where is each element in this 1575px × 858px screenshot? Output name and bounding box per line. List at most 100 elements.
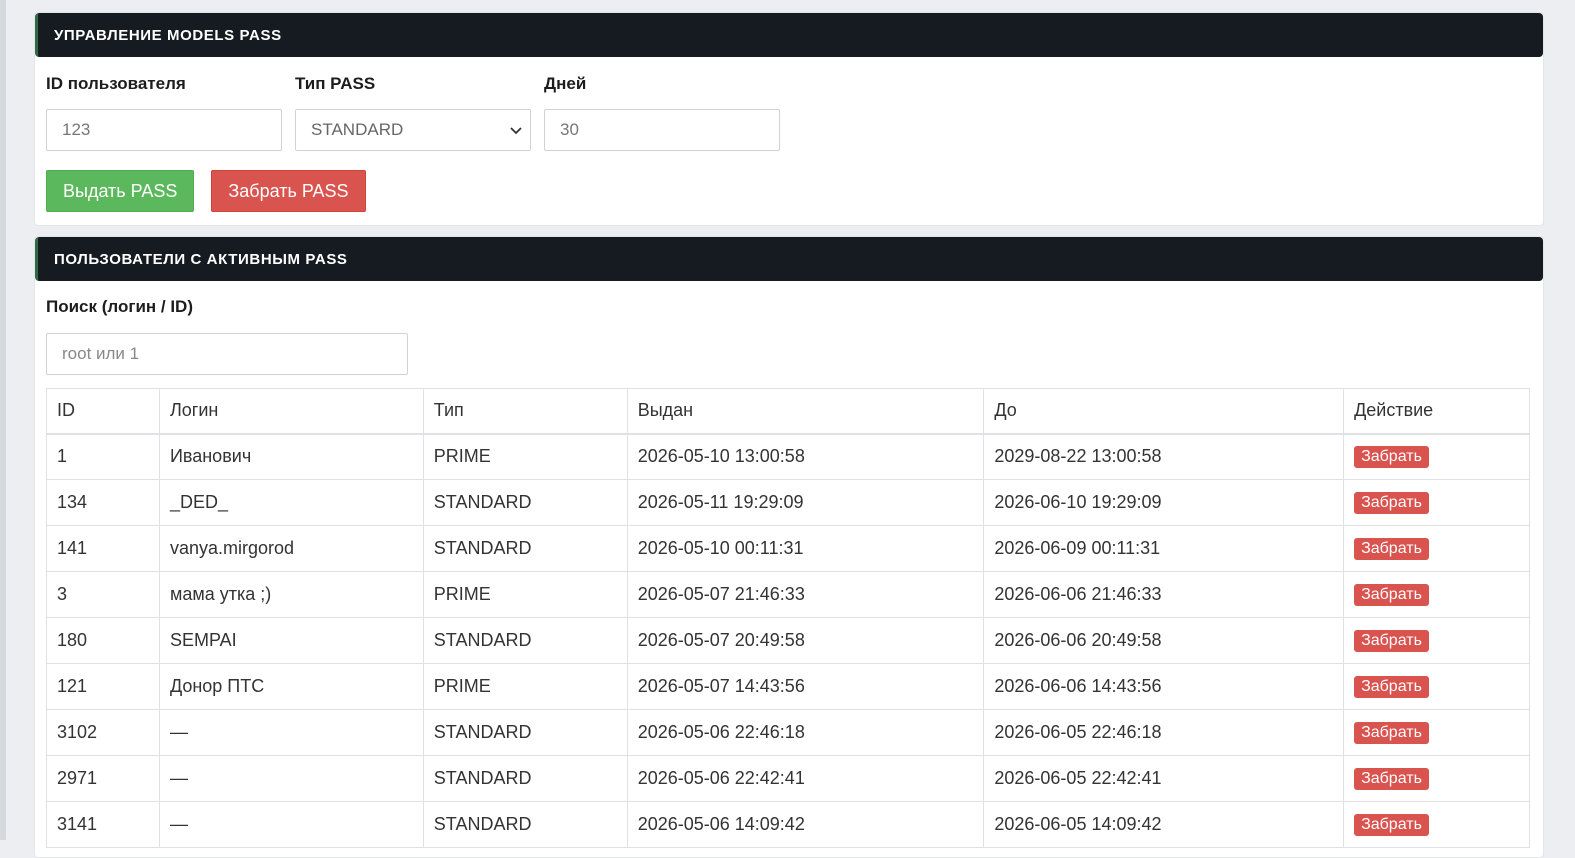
table-row: 3 мама утка ;) PRIME 2026-05-07 21:46:33 202…	[46, 571, 1530, 618]
column-header-type[interactable]: Тип	[422, 388, 628, 435]
cell-login: Донор ПТС	[158, 663, 424, 710]
cell-action: Забрать	[1343, 525, 1530, 572]
cell-type: PRIME	[422, 433, 628, 480]
cell-login: мама утка ;)	[158, 571, 424, 618]
column-header-action: Действие	[1343, 388, 1530, 435]
cell-login: —	[158, 801, 424, 848]
table-row: 3102— STANDARD 2026-05-06 22:46:18 2026-06-…	[46, 709, 1530, 756]
cell-until: 2026-06-06 20:49:58	[983, 617, 1345, 664]
take-pass-button[interactable]: Забрать	[1354, 446, 1429, 469]
take-pass-button[interactable]: Забрать	[1354, 676, 1429, 698]
manage-pass-panel: УПРАВЛЕНИЕ MODELS PASS ID пользователя 1…	[34, 12, 1544, 226]
table-row: 1 Иванович PRIME 2026-05-10 13:00:58 2029-08…	[46, 433, 1530, 480]
take-pass-button[interactable]: Забрать	[1354, 584, 1429, 606]
take-pass-button[interactable]: Забрать	[1354, 814, 1429, 836]
cell-issued: 2026-05-10 00:11:31	[626, 525, 985, 572]
cell-type: PRIME	[422, 571, 628, 618]
table-row: 3141— STANDARD 2026-05-06 14:09:42 2026-06-…	[46, 801, 1530, 848]
action-buttons: Выдать PASS Забрать PASS	[46, 170, 383, 212]
table-row: 121 Донор ПТС PRIME 2026-05-07 14:43:56 2026…	[46, 663, 1530, 710]
column-header-id[interactable]: ID	[46, 388, 160, 435]
cell-issued: 2026-05-07 21:46:33	[626, 571, 985, 618]
pass-type-select[interactable]: STANDARD	[295, 109, 531, 151]
take-pass-button[interactable]: Забрать	[1354, 768, 1429, 790]
cell-type: STANDARD	[422, 617, 628, 664]
table-row: 2971— STANDARD 2026-05-06 22:42:41 2026-06-…	[46, 755, 1530, 802]
left-rail	[0, 0, 6, 840]
cell-action: Забрать	[1343, 755, 1530, 802]
days-field-group: Дней 30	[544, 71, 780, 151]
search-label: Поиск (логин / ID)	[46, 297, 193, 316]
pass-type-field-group: Тип PASS STANDARD	[295, 71, 531, 151]
cell-id: 3141	[46, 801, 160, 848]
cell-type: STANDARD	[422, 755, 628, 802]
cell-login: SEMPAI	[158, 617, 424, 664]
revoke-pass-button[interactable]: Забрать PASS	[211, 170, 366, 212]
pass-type-label: Тип PASS	[295, 74, 376, 93]
table-row: 134 _DED_ STANDARD 2026-05-11 19:29:09 2026-…	[46, 479, 1530, 526]
cell-until: 2026-06-05 22:46:18	[983, 709, 1345, 756]
column-header-issued[interactable]: Выдан	[626, 388, 985, 435]
cell-until: 2026-06-10 19:29:09	[983, 479, 1345, 526]
cell-type: STANDARD	[422, 801, 628, 848]
table-header-row: ID Логин Тип Выдан До Действие	[46, 388, 1530, 435]
cell-action: Забрать	[1343, 571, 1530, 618]
cell-issued: 2026-05-07 14:43:56	[626, 663, 985, 710]
pass-type-selected-value: STANDARD	[311, 120, 404, 139]
active-pass-panel: ПОЛЬЗОВАТЕЛИ С АКТИВНЫМ PASS Поиск (логи…	[34, 236, 1544, 858]
column-header-login[interactable]: Логин	[158, 388, 424, 435]
take-pass-button[interactable]: Забрать	[1354, 492, 1429, 514]
table-row: 141 vanya.mirgorod STANDARD 2026-05-10 00:1…	[46, 525, 1530, 572]
active-pass-header: ПОЛЬЗОВАТЕЛИ С АКТИВНЫМ PASS	[35, 237, 1543, 281]
cell-until: 2026-06-09 00:11:31	[983, 525, 1345, 572]
cell-login: Иванович	[158, 433, 424, 480]
cell-id: 180	[46, 617, 160, 664]
cell-action: Забрать	[1343, 709, 1530, 756]
cell-type: STANDARD	[422, 479, 628, 526]
take-pass-button[interactable]: Забрать	[1354, 722, 1429, 744]
cell-until: 2026-06-06 21:46:33	[983, 571, 1345, 618]
cell-until: 2026-06-05 14:09:42	[983, 801, 1345, 848]
cell-action: Забрать	[1343, 479, 1530, 526]
cell-login: vanya.mirgorod	[158, 525, 424, 572]
cell-action: Забрать	[1343, 617, 1530, 664]
cell-id: 134	[46, 479, 160, 526]
cell-type: PRIME	[422, 663, 628, 710]
cell-id: 1	[46, 433, 160, 480]
cell-issued: 2026-05-06 22:46:18	[626, 709, 985, 756]
user-id-label: ID пользователя	[46, 74, 186, 93]
user-id-field-group: ID пользователя 123	[46, 71, 282, 151]
cell-until: 2026-06-06 14:43:56	[983, 663, 1345, 710]
cell-type: STANDARD	[422, 525, 628, 572]
cell-action: Забрать	[1343, 433, 1530, 480]
cell-action: Забрать	[1343, 663, 1530, 710]
cell-id: 3102	[46, 709, 160, 756]
cell-action: Забрать	[1343, 801, 1530, 848]
grant-pass-button[interactable]: Выдать PASS	[46, 170, 195, 212]
table-row: 180 SEMPAI STANDARD 2026-05-07 20:49:58 2026…	[46, 617, 1530, 664]
take-pass-button[interactable]: Забрать	[1354, 538, 1429, 560]
days-input[interactable]: 30	[544, 109, 780, 151]
grant-form: ID пользователя 123 Тип PASS STANDARD Дн…	[46, 71, 793, 151]
cell-issued: 2026-05-06 22:42:41	[626, 755, 985, 802]
user-id-input[interactable]: 123	[46, 109, 282, 151]
cell-issued: 2026-05-10 13:00:58	[626, 433, 985, 480]
cell-login: —	[158, 709, 424, 756]
search-input[interactable]: root или 1	[46, 333, 408, 375]
right-rail	[1561, 0, 1575, 840]
cell-login: —	[158, 755, 424, 802]
cell-login: _DED_	[158, 479, 424, 526]
chevron-down-icon	[510, 122, 522, 138]
take-pass-button[interactable]: Забрать	[1354, 630, 1429, 652]
cell-issued: 2026-05-07 20:49:58	[626, 617, 985, 664]
cell-issued: 2026-05-06 14:09:42	[626, 801, 985, 848]
cell-until: 2029-08-22 13:00:58	[983, 433, 1345, 480]
column-header-until[interactable]: До	[983, 388, 1345, 435]
cell-type: STANDARD	[422, 709, 628, 756]
manage-pass-header: УПРАВЛЕНИЕ MODELS PASS	[35, 13, 1543, 57]
cell-id: 2971	[46, 755, 160, 802]
days-label: Дней	[544, 74, 587, 93]
cell-until: 2026-06-05 22:42:41	[983, 755, 1345, 802]
cell-id: 121	[46, 663, 160, 710]
table-body: 1 Иванович PRIME 2026-05-10 13:00:58 2029-08…	[46, 433, 1530, 848]
